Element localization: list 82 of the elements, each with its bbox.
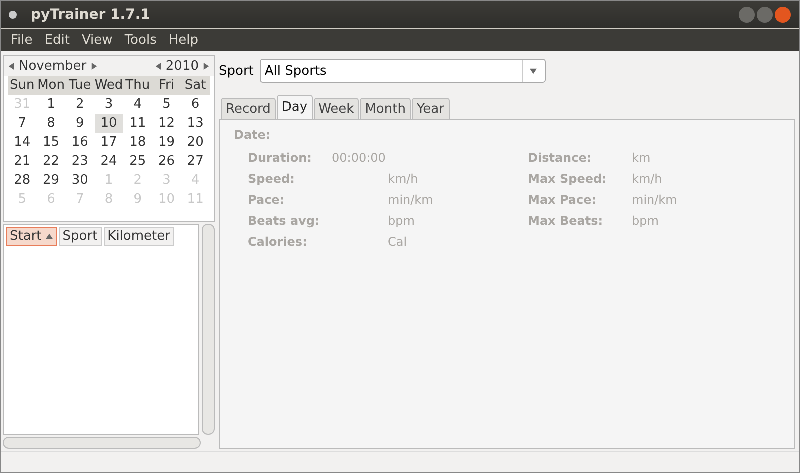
stat-label: Beats avg: (248, 214, 321, 230)
stat-unit: min/km (632, 193, 678, 209)
calendar-day[interactable]: 14 (8, 133, 37, 152)
calendar-day[interactable]: 19 (152, 133, 182, 152)
calendar-day[interactable]: 25 (123, 152, 152, 171)
calendar-day[interactable]: 5 (152, 95, 182, 114)
date-label: Date: (234, 128, 271, 142)
calendar-day[interactable]: 6 (181, 95, 210, 114)
menu-item[interactable]: Edit (38, 32, 76, 48)
sport-dropdown[interactable]: All Sports (260, 59, 546, 83)
menu-item[interactable]: View (76, 32, 119, 48)
stat-unit: km/h (632, 172, 664, 188)
stat-label: Calories: (248, 235, 308, 251)
sport-label: Sport (219, 64, 254, 78)
calendar-day[interactable]: 30 (66, 171, 95, 190)
weekday-label: Sun (8, 76, 37, 95)
tab[interactable]: Week (314, 98, 360, 119)
menu-item[interactable]: Tools (118, 32, 163, 48)
weekday-label: Sat (181, 76, 210, 95)
weekday-label: Fri (152, 76, 182, 95)
column-header[interactable]: Kilometer (104, 227, 174, 246)
prev-month-icon[interactable] (8, 62, 15, 70)
stat-unit: km (632, 151, 652, 167)
menu-item[interactable]: File (5, 32, 39, 48)
weekday-label: Thu (123, 76, 152, 95)
weekday-label: Tue (66, 76, 95, 95)
calendar-day[interactable]: 2 (66, 95, 95, 114)
stat-label: Max Speed: (528, 172, 608, 188)
calendar-day[interactable]: 27 (181, 152, 210, 171)
window-title: pyTrainer 1.7.1 (31, 6, 150, 22)
calendar-day[interactable]: 24 (94, 152, 124, 171)
menu-item[interactable]: Help (162, 32, 204, 48)
calendar-day[interactable]: 17 (94, 133, 124, 152)
calendar-day[interactable]: 29 (36, 171, 66, 190)
weekday-label: Mon (36, 76, 66, 95)
prev-year-icon[interactable] (154, 62, 162, 70)
stat-unit: min/km (388, 193, 434, 207)
stat-label: Max Pace: (528, 193, 598, 209)
calendar-day[interactable]: 10 (94, 114, 124, 133)
next-month-icon[interactable] (90, 62, 98, 70)
year-label: 2010 (166, 58, 199, 74)
calendar-day[interactable]: 8 (36, 114, 66, 133)
calendar-day[interactable]: 15 (36, 133, 66, 152)
stat-label: Max Beats: (528, 214, 604, 230)
calendar-day[interactable]: 4 (123, 95, 152, 114)
horizontal-scrollbar[interactable] (3, 437, 201, 449)
stat-label: Duration: (248, 151, 313, 167)
stat-value: 00:00:00 (332, 151, 386, 165)
calendar-day[interactable]: 12 (152, 114, 182, 133)
stat-unit: km/h (388, 172, 418, 186)
calendar-day[interactable]: 11 (123, 114, 152, 133)
tab[interactable]: Day (276, 95, 313, 119)
calendar-day[interactable]: 16 (66, 133, 95, 152)
calendar-day[interactable]: 21 (8, 152, 37, 171)
calendar-day[interactable]: 22 (36, 152, 66, 171)
stat-label: Speed: (248, 172, 296, 188)
calendar-day[interactable]: 26 (152, 152, 182, 171)
tab[interactable]: Record (221, 98, 276, 119)
next-year-icon[interactable] (203, 62, 210, 70)
stat-label: Pace: (248, 193, 286, 209)
stat-unit: bpm (632, 214, 660, 230)
calendar-day[interactable]: 28 (8, 171, 37, 190)
vertical-scrollbar[interactable] (202, 224, 215, 435)
calendar-day[interactable]: 1 (36, 95, 66, 114)
calendar-day[interactable]: 3 (94, 95, 124, 114)
tab[interactable]: Year (412, 98, 450, 119)
column-header[interactable]: Sport (58, 227, 102, 246)
calendar-day[interactable]: 18 (123, 133, 152, 152)
calendar-day[interactable]: 7 (8, 114, 37, 133)
stat-label: Distance: (528, 151, 593, 167)
weekday-label: Wed (94, 76, 124, 95)
calendar-day[interactable]: 23 (66, 152, 95, 171)
dropdown-arrow-icon (530, 68, 538, 74)
stat-unit: bpm (388, 214, 415, 228)
calendar-day[interactable]: 9 (66, 114, 95, 133)
column-header[interactable]: Start (6, 227, 57, 246)
calendar-day[interactable]: 20 (181, 133, 210, 152)
calendar-day[interactable]: 13 (181, 114, 210, 133)
app-icon (9, 10, 17, 18)
tab[interactable]: Month (360, 98, 411, 119)
month-label: November (19, 58, 87, 74)
stat-unit: Cal (388, 235, 408, 249)
